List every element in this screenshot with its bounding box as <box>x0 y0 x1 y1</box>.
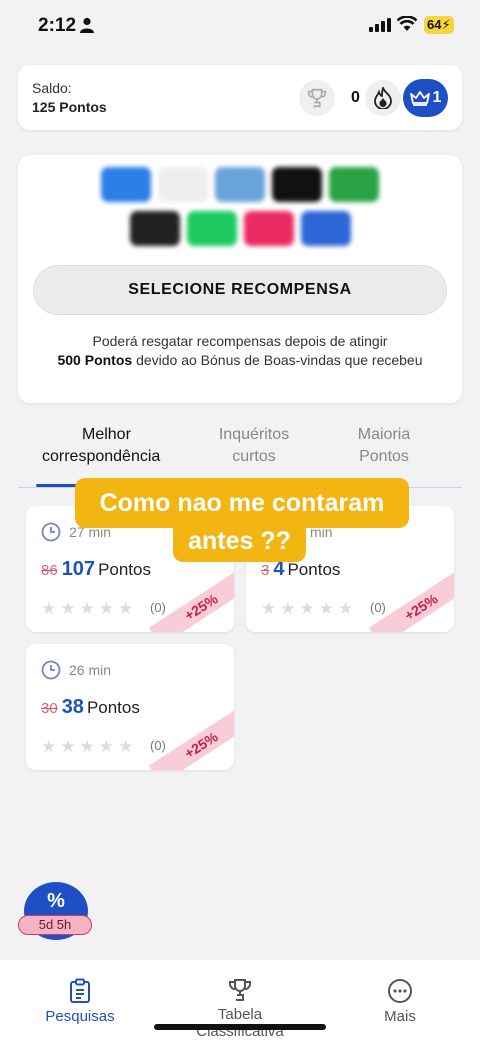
reward-logo <box>186 211 237 246</box>
star-icon: ★ <box>318 599 334 618</box>
tab-label-line1: Melhor <box>82 426 131 443</box>
survey-duration: 26 min <box>69 662 112 678</box>
reward-logo <box>329 167 379 202</box>
star-icon: ★ <box>41 737 57 756</box>
star-icon: ★ <box>60 599 76 618</box>
promo-button[interactable]: % 5d 5h <box>18 882 92 942</box>
reward-note-text: Poderá resgatar recompensas depois de at… <box>92 333 388 349</box>
reward-note-threshold: 500 Pontos <box>57 352 133 368</box>
rating-stars: ★ ★ ★ ★ ★ <box>41 599 133 619</box>
star-icon: ★ <box>79 599 95 618</box>
rating-count: (0) <box>150 600 166 615</box>
signal-icon <box>369 18 391 32</box>
trophy-icon <box>307 88 327 108</box>
battery-icon: 64⚡ <box>424 16 454 34</box>
flame-icon <box>374 87 392 109</box>
video-caption-line2: antes ?? <box>173 520 306 562</box>
new-points: 38 <box>61 696 84 718</box>
rating-count: (0) <box>370 600 386 615</box>
trophy-icon <box>229 979 251 1001</box>
star-icon: ★ <box>118 737 134 756</box>
star-icon: ★ <box>98 599 114 618</box>
nav-label: Tabela <box>217 1006 263 1023</box>
reward-logo <box>272 167 322 202</box>
home-indicator[interactable] <box>154 1024 326 1030</box>
star-icon: ★ <box>338 599 354 618</box>
points-unit: Pontos <box>86 698 140 717</box>
survey-points: 86 107 Pontos <box>41 558 151 581</box>
star-icon: ★ <box>118 599 134 618</box>
tab-best-match[interactable]: Melhor correspondência <box>36 424 186 468</box>
star-icon: ★ <box>280 599 296 618</box>
nav-leaderboard[interactable]: Tabela Classificativa <box>190 978 290 1040</box>
old-points: 3 <box>261 562 270 579</box>
star-icon: ★ <box>261 599 277 618</box>
trophy-button[interactable] <box>299 80 335 116</box>
rating-stars: ★ ★ ★ ★ ★ <box>261 599 353 619</box>
clock-icon <box>41 660 61 680</box>
wifi-icon <box>397 16 417 31</box>
nav-label: Pesquisas <box>45 1008 115 1025</box>
balance-card: Saldo: 125 Pontos 0 1 <box>18 65 462 130</box>
points-unit: Pontos <box>98 560 151 579</box>
streak-button[interactable] <box>365 80 401 116</box>
old-points: 30 <box>41 700 58 717</box>
person-icon <box>80 17 94 33</box>
new-points: 107 <box>61 558 96 580</box>
rating-stars: ★ ★ ★ ★ ★ <box>41 737 133 757</box>
balance-value: 125 Pontos <box>32 99 107 115</box>
tab-short-surveys[interactable]: Inquéritos curtos <box>204 424 304 468</box>
star-icon: ★ <box>299 599 315 618</box>
reward-logo <box>129 211 180 246</box>
crown-button[interactable]: 1 <box>403 79 448 117</box>
crown-icon <box>409 91 430 106</box>
balance-label: Saldo: <box>32 80 72 96</box>
reward-logos <box>18 167 462 255</box>
star-icon: ★ <box>60 737 76 756</box>
clipboard-icon <box>70 978 90 1003</box>
old-points: 86 <box>41 562 58 579</box>
survey-card[interactable]: 26 min 30 38 Pontos ★ ★ ★ ★ ★ (0) +25% <box>26 644 234 770</box>
star-icon: ★ <box>98 737 114 756</box>
reward-logo <box>215 167 265 202</box>
tab-label-line1: Maioria <box>357 426 411 443</box>
tab-label-line2: Pontos <box>359 448 409 465</box>
nav-more[interactable]: Mais <box>360 978 440 1025</box>
nav-label: Mais <box>384 1008 416 1025</box>
nav-surveys[interactable]: Pesquisas <box>40 978 120 1025</box>
battery-level: 64 <box>427 17 442 32</box>
reward-note-text-2: devido ao Bónus de Boas-vindas que receb… <box>132 352 423 368</box>
reward-logo <box>243 211 294 246</box>
star-icon: ★ <box>79 737 95 756</box>
reward-note: Poderá resgatar recompensas depois de at… <box>48 332 432 370</box>
tab-label-line1: Inquéritos <box>218 426 290 443</box>
streak-count: 0 <box>351 89 360 106</box>
rating-count: (0) <box>150 738 166 753</box>
status-bar: 2:12 64⚡ <box>0 0 480 52</box>
reward-logo <box>158 167 208 202</box>
promo-timer: 5d 5h <box>18 915 92 935</box>
status-time: 2:12 <box>38 15 77 36</box>
rewards-card: SELECIONE RECOMPENSA Poderá resgatar rec… <box>18 155 462 403</box>
star-icon: ★ <box>41 599 57 618</box>
reward-logo <box>300 211 351 246</box>
more-icon <box>388 979 412 1003</box>
clock-icon <box>41 522 61 542</box>
crown-count: 1 <box>432 89 442 106</box>
points-unit: Pontos <box>287 560 341 579</box>
tab-label-line2: curtos <box>232 448 276 465</box>
select-reward-button[interactable]: SELECIONE RECOMPENSA <box>33 265 447 315</box>
reward-logo <box>101 167 151 202</box>
tab-most-points[interactable]: Maioria Pontos <box>339 424 429 468</box>
survey-points: 30 38 Pontos <box>41 696 140 719</box>
tab-label-line2: correspondência <box>42 448 161 465</box>
